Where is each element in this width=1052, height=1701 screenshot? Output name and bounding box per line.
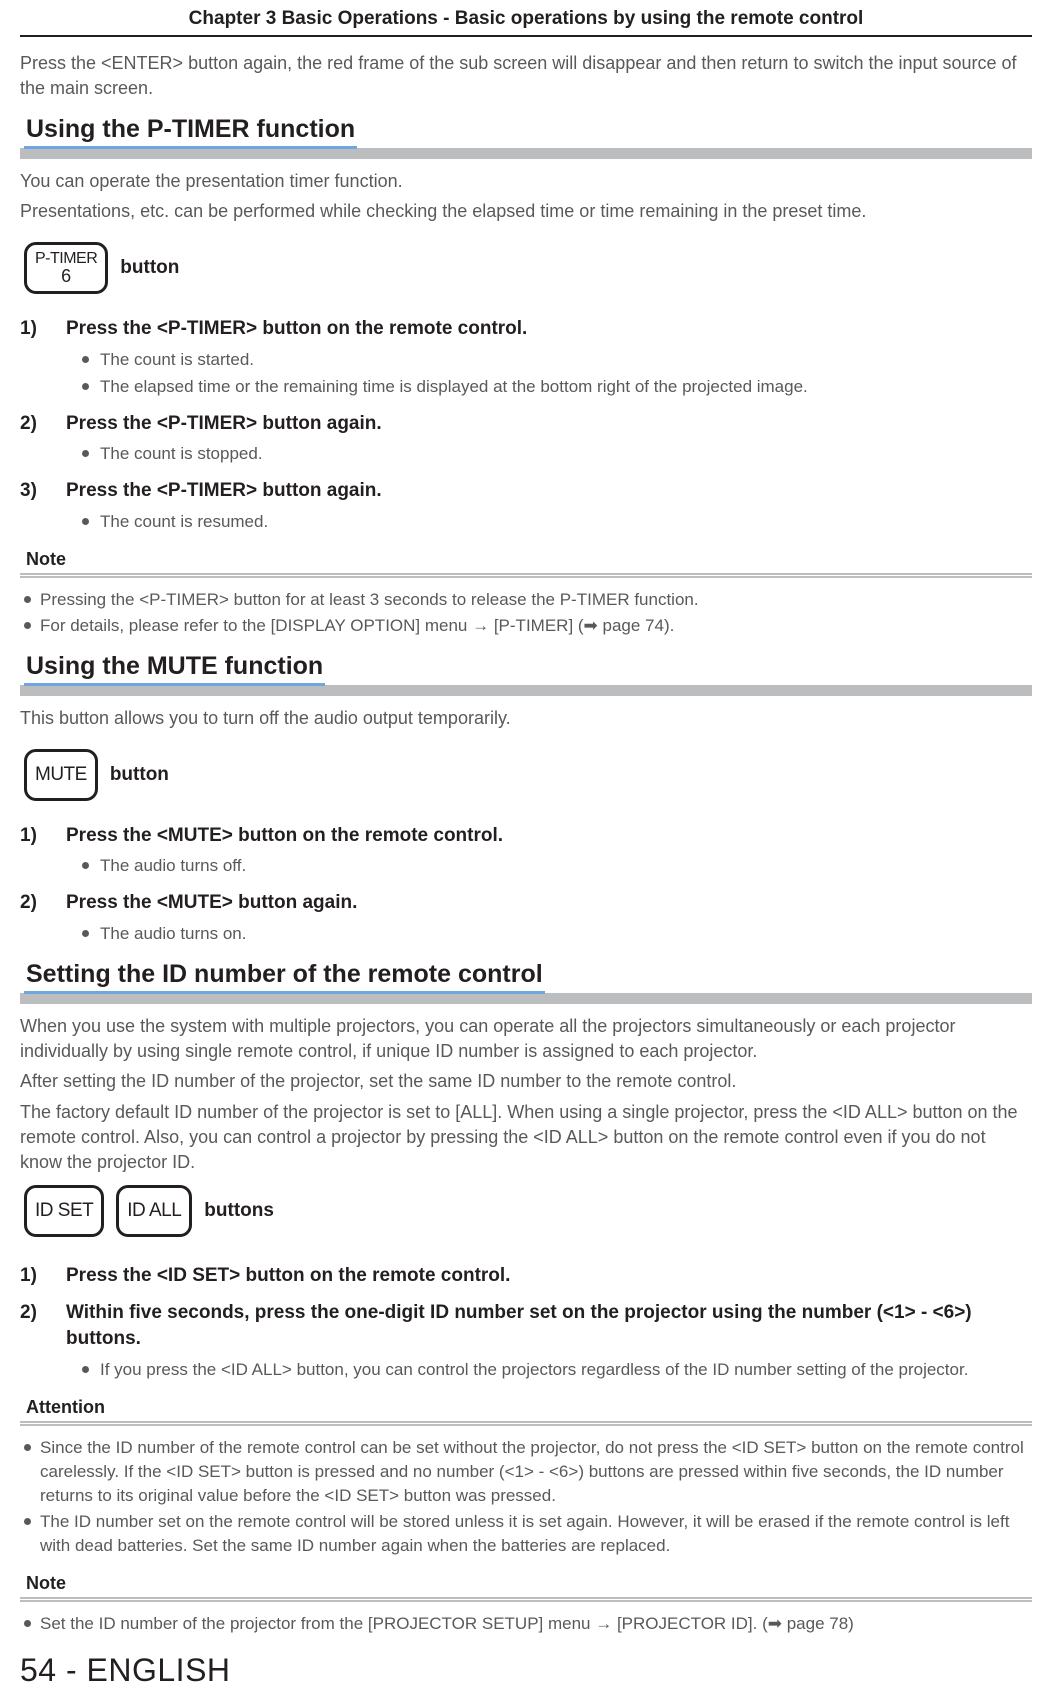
running-head: Chapter 3 Basic Operations - Basic opera… [20,0,1032,35]
step-number: 3) [20,478,44,504]
attention-heading: Attention [26,1397,1032,1418]
step-number: 1) [20,823,44,849]
step-sub-item: The audio turns on. [82,922,1032,946]
ptimer-button-row: P-TIMER 6 button [24,242,1032,294]
step-text: Press the <P-TIMER> button again. [66,411,382,437]
idset-button-text: ID SET [35,1201,93,1220]
heading-mute: Using the MUTE function [20,652,1032,696]
step-sub: The audio turns off. [20,854,1032,878]
intro-paragraph: Press the <ENTER> button again, the red … [20,51,1032,101]
step-number: 1) [20,1263,44,1289]
attention-item: Since the ID number of the remote contro… [20,1436,1032,1507]
step-text: Press the <MUTE> button on the remote co… [66,823,503,849]
mute-steps: 1) Press the <MUTE> button on the remote … [20,823,1032,946]
heading-mute-text: Using the MUTE function [24,652,325,686]
double-rule [20,573,1032,578]
step-sub: If you press the <ID ALL> button, you ca… [20,1358,1032,1382]
ptimer-button-icon: P-TIMER 6 [24,242,108,294]
step-text: Press the <P-TIMER> button again. [66,478,382,504]
ptimer-steps: 1) Press the <P-TIMER> button on the remo… [20,316,1032,533]
step-number: 2) [20,1300,44,1351]
idall-button-text: ID ALL [127,1201,181,1220]
mute-para1: This button allows you to turn off the a… [20,706,1032,731]
id-para3: The factory default ID number of the pro… [20,1100,1032,1174]
note-heading: Note [26,1573,1032,1594]
heading-id: Setting the ID number of the remote cont… [20,960,1032,1004]
top-rule [20,35,1032,37]
idall-button-icon: ID ALL [116,1185,192,1237]
id-para2: After setting the ID number of the proje… [20,1069,1032,1094]
id-step-2: 2) Within five seconds, press the one-dig… [20,1300,1032,1381]
step-sub: The audio turns on. [20,922,1032,946]
note-item: Pressing the <P-TIMER> button for at lea… [20,588,1032,612]
step-sub-item: The count is started. [82,348,1032,372]
ptimer-step-2: 2) Press the <P-TIMER> button again. The … [20,411,1032,466]
id-steps: 1) Press the <ID SET> button on the remot… [20,1263,1032,1382]
step-text: Press the <ID SET> button on the remote … [66,1263,510,1289]
heading-ptimer-text: Using the P-TIMER function [24,115,357,149]
page-footer: 54 - ENGLISH [20,1652,1032,1689]
ptimer-para1: You can operate the presentation timer f… [20,169,1032,194]
heading-id-text: Setting the ID number of the remote cont… [24,960,545,994]
note-heading: Note [26,549,1032,570]
id-buttons-row: ID SET ID ALL buttons [24,1185,1032,1237]
idset-button-icon: ID SET [24,1185,104,1237]
double-rule [20,1597,1032,1602]
step-text: Press the <MUTE> button again. [66,890,357,916]
note-item: For details, please refer to the [DISPLA… [20,614,1032,638]
step-sub-item: The elapsed time or the remaining time i… [82,375,1032,399]
heading-underbar [20,148,1032,159]
ptimer-button-line2: 6 [61,267,71,285]
step-number: 2) [20,411,44,437]
step-sub-item: If you press the <ID ALL> button, you ca… [82,1358,1032,1382]
mute-button-line1: MUTE [35,765,87,784]
step-sub: The count is started. The elapsed time o… [20,348,1032,399]
attention-item: The ID number set on the remote control … [20,1510,1032,1558]
step-sub-item: The count is stopped. [82,442,1032,466]
ptimer-para2: Presentations, etc. can be performed whi… [20,199,1032,224]
step-sub: The count is resumed. [20,510,1032,534]
heading-ptimer: Using the P-TIMER function [20,115,1032,159]
note-item: Set the ID number of the projector from … [20,1612,1032,1636]
step-sub-item: The audio turns off. [82,854,1032,878]
ptimer-button-line1: P-TIMER [35,251,97,267]
ptimer-step-1: 1) Press the <P-TIMER> button on the remo… [20,316,1032,398]
step-sub-item: The count is resumed. [82,510,1032,534]
heading-underbar [20,993,1032,1004]
double-rule [20,1421,1032,1426]
mute-step-1: 1) Press the <MUTE> button on the remote … [20,823,1032,878]
id-notes: Set the ID number of the projector from … [20,1612,1032,1636]
step-sub: The count is stopped. [20,442,1032,466]
id-attention: Since the ID number of the remote contro… [20,1436,1032,1557]
ptimer-notes: Pressing the <P-TIMER> button for at lea… [20,588,1032,638]
ptimer-button-label: button [120,257,179,279]
mute-step-2: 2) Press the <MUTE> button again. The aud… [20,890,1032,945]
step-number: 1) [20,316,44,342]
mute-button-row: MUTE button [24,749,1032,801]
heading-underbar [20,685,1032,696]
step-text: Press the <P-TIMER> button on the remote… [66,316,527,342]
id-buttons-label: buttons [204,1200,274,1222]
step-number: 2) [20,890,44,916]
step-text: Within five seconds, press the one-digit… [66,1300,1032,1351]
id-para1: When you use the system with multiple pr… [20,1014,1032,1064]
mute-button-icon: MUTE [24,749,98,801]
id-step-1: 1) Press the <ID SET> button on the remot… [20,1263,1032,1289]
mute-button-label: button [110,764,169,786]
ptimer-step-3: 3) Press the <P-TIMER> button again. The … [20,478,1032,533]
